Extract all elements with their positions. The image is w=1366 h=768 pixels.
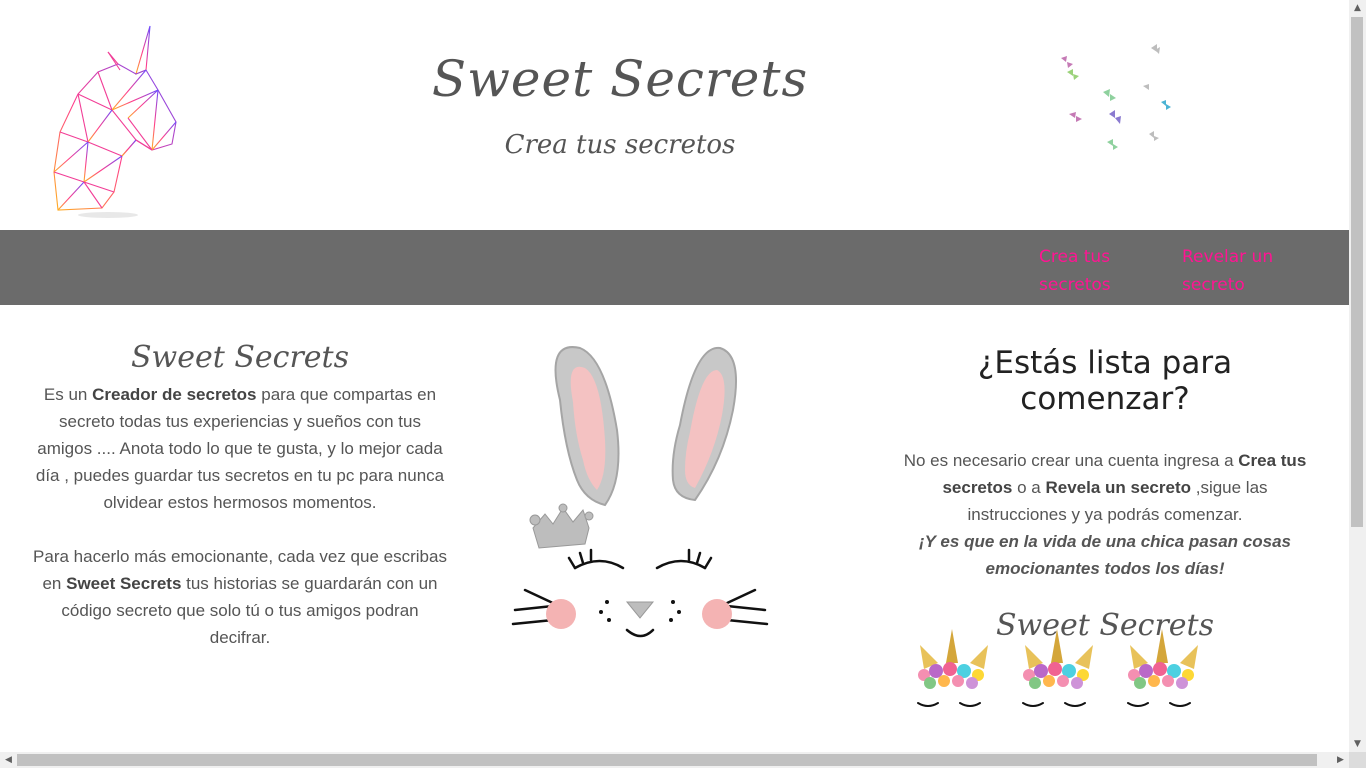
scrollbar-corner [1349, 752, 1366, 768]
nav-link-label: Crea tus [1039, 247, 1111, 267]
site-subtitle: Crea tus secretos [504, 130, 736, 160]
site-title: Sweet Secrets [431, 50, 809, 108]
navbar: Crea tus secretos Revelar un secreto [0, 230, 1349, 305]
intro-section: Sweet Secrets Es un Creador de secretos … [30, 340, 450, 651]
intro-heading: Sweet Secrets [131, 340, 349, 375]
vertical-scrollbar[interactable]: ▲ ▼ [1349, 0, 1366, 752]
horizontal-scrollbar[interactable]: ◀ ▶ [0, 752, 1349, 768]
horizontal-scrollbar-thumb[interactable] [17, 754, 1317, 766]
scroll-left-icon[interactable]: ◀ [0, 752, 17, 768]
vertical-scrollbar-thumb[interactable] [1351, 17, 1363, 527]
nav-link-revelar-un-secreto[interactable]: Revelar un secreto [1182, 243, 1302, 299]
page: Sweet Secrets Crea tus secretos Crea tus… [0, 0, 1349, 752]
start-heading: ¿Estás lista para comenzar? [977, 345, 1233, 417]
scroll-up-icon[interactable]: ▲ [1349, 0, 1366, 16]
intro-paragraph: Es un Creador de secretos para que compa… [35, 385, 445, 512]
intro-paragraph-2: Para hacerlo más emocionante, cada vez q… [33, 547, 447, 647]
nav-link-label: Revelar un [1182, 247, 1274, 267]
scroll-down-icon[interactable]: ▼ [1349, 736, 1366, 752]
nav-link-crea-tus-secretos[interactable]: Crea tus secretos [1039, 243, 1149, 299]
unicorn-flower-crown-icon [917, 628, 1199, 707]
nav-link-label: secretos [1039, 275, 1111, 295]
start-section: ¿Estás lista para comenzar? No es necesa… [895, 345, 1315, 643]
nav-link-label: secreto [1182, 275, 1245, 295]
bunny-face-icon [511, 346, 769, 638]
scroll-right-icon[interactable]: ▶ [1332, 752, 1349, 768]
unicorn-logo-icon [53, 25, 177, 218]
header: Sweet Secrets Crea tus secretos [0, 0, 1349, 230]
start-paragraph: No es necesario crear una cuenta ingresa… [903, 451, 1307, 524]
butterflies-icon [1061, 44, 1171, 150]
start-emphasis: ¡Y es que en la vida de una chica pasan … [919, 532, 1291, 578]
